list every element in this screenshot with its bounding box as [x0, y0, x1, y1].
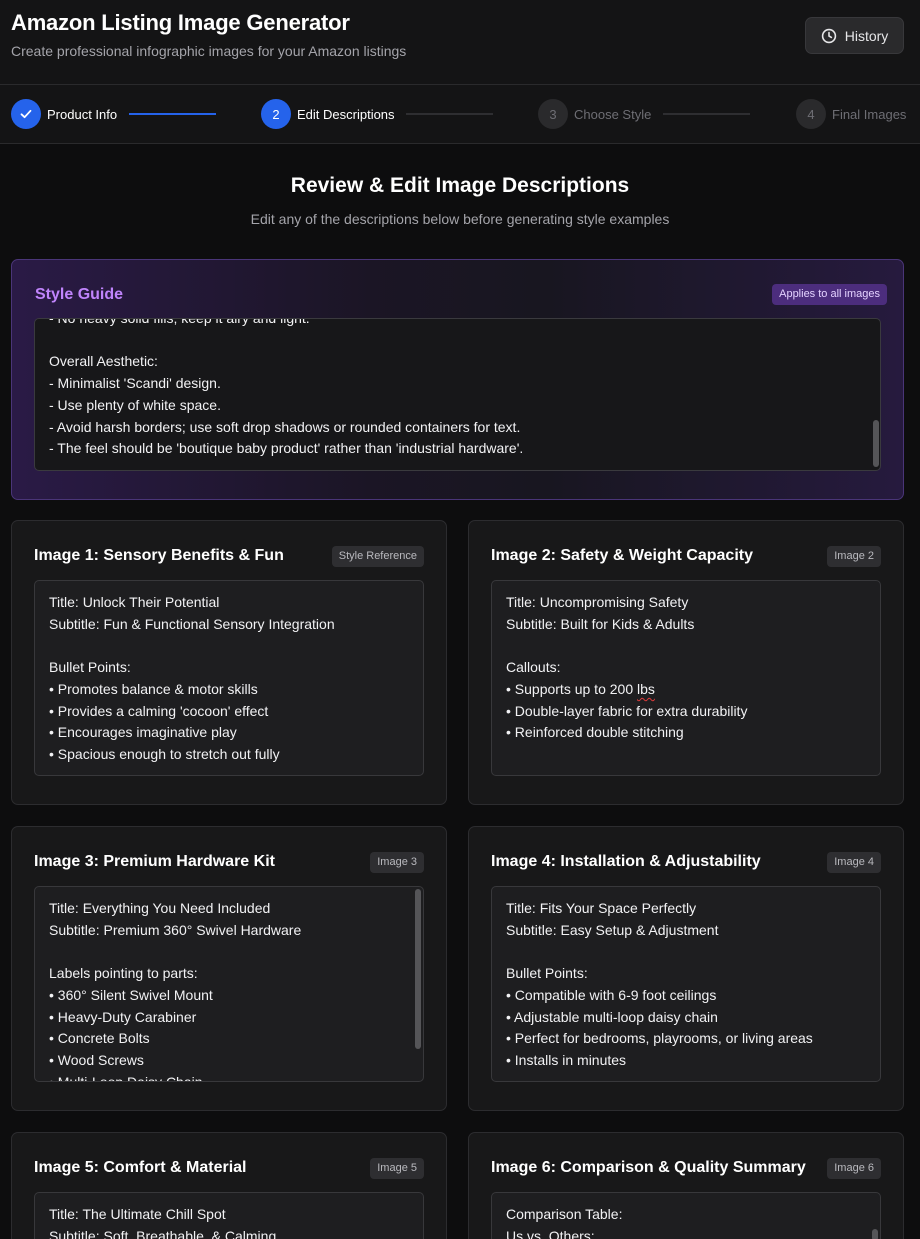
text-segment: Title: Uncompromising Safety Subtitle: B…	[506, 594, 695, 697]
history-label: History	[844, 27, 889, 44]
history-button[interactable]: History	[805, 17, 904, 54]
scrollbar-thumb[interactable]	[873, 420, 879, 467]
image-description-textarea[interactable]: Title: Uncompromising Safety Subtitle: B…	[491, 580, 881, 776]
applies-to-all-badge: Applies to all images	[772, 284, 887, 305]
image-description-textarea[interactable]: Title: Everything You Need Included Subt…	[34, 886, 424, 1082]
step-connector	[663, 113, 750, 115]
image-description-textarea[interactable]: Title: The Ultimate Chill Spot Subtitle:…	[34, 1192, 424, 1239]
step-choose-style[interactable]: 3 Choose Style	[538, 99, 651, 129]
image-number-badge: Image 3	[370, 852, 424, 873]
step-connector	[406, 113, 493, 115]
image-description-textarea[interactable]: Title: Fits Your Space Perfectly Subtitl…	[491, 886, 881, 1082]
image-description-text: Title: The Ultimate Chill Spot Subtitle:…	[49, 1206, 277, 1239]
image-card-title: Image 3: Premium Hardware Kit	[34, 853, 275, 870]
step-connector	[129, 113, 216, 115]
image-card-3: Image 3: Premium Hardware Kit Image 3 Ti…	[11, 826, 447, 1111]
style-guide-panel: Style Guide Applies to all images - No h…	[11, 259, 904, 500]
step-number: 4	[796, 99, 826, 129]
image-description-text: Title: Unlock Their Potential Subtitle: …	[49, 594, 335, 762]
image-number-badge: Image 4	[827, 852, 881, 873]
step-label: Final Images	[832, 106, 907, 122]
app-header: Amazon Listing Image Generator Create pr…	[0, 0, 920, 85]
image-description-text: Comparison Table: Us vs. Others:	[506, 1206, 623, 1239]
image-description-textarea[interactable]: Title: Unlock Their Potential Subtitle: …	[34, 580, 424, 776]
image-card-title: Image 6: Comparison & Quality Summary	[491, 1159, 806, 1176]
image-card-title: Image 2: Safety & Weight Capacity	[491, 547, 753, 564]
step-final-images[interactable]: 4 Final Images	[796, 99, 906, 129]
image-description-textarea[interactable]: Comparison Table: Us vs. Others:	[491, 1192, 881, 1239]
checkmark-icon	[11, 99, 41, 129]
image-number-badge: Image 5	[370, 1158, 424, 1179]
clock-icon	[821, 28, 837, 44]
image-number-badge: Image 2	[827, 546, 881, 567]
step-number: 3	[538, 99, 568, 129]
style-guide-textarea[interactable]: - No heavy solid fills; keep it airy and…	[34, 318, 881, 471]
image-description-text: Title: Uncompromising Safety Subtitle: B…	[506, 592, 866, 744]
section-subtitle: Edit any of the descriptions below befor…	[250, 211, 670, 227]
image-card-title: Image 4: Installation & Adjustability	[491, 853, 761, 870]
image-number-badge: Image 6	[827, 1158, 881, 1179]
scrollbar-thumb[interactable]	[872, 1229, 878, 1239]
step-product-info[interactable]: Product Info	[11, 99, 117, 129]
spellcheck-flagged-word: lbs	[637, 680, 655, 697]
image-card-6: Image 6: Comparison & Quality Summary Im…	[468, 1132, 904, 1239]
step-label: Choose Style	[574, 106, 652, 122]
progress-stepper: Product Info 2 Edit Descriptions 3 Choos…	[0, 85, 920, 144]
app-subtitle: Create professional infographic images f…	[11, 43, 407, 59]
step-label: Edit Descriptions	[297, 106, 395, 122]
style-guide-title: Style Guide	[35, 286, 124, 303]
image-card-5: Image 5: Comfort & Material Image 5 Titl…	[11, 1132, 447, 1239]
text-segment: • Double-layer fabric for extra durabili…	[506, 702, 748, 741]
step-number: 2	[261, 99, 291, 129]
image-card-title: Image 1: Sensory Benefits & Fun	[34, 547, 284, 564]
image-card-1: Image 1: Sensory Benefits & Fun Style Re…	[11, 520, 447, 805]
style-guide-text: - No heavy solid fills; keep it airy and…	[49, 318, 524, 457]
image-description-text: Title: Fits Your Space Perfectly Subtitl…	[506, 900, 813, 1068]
section-title: Review & Edit Image Descriptions	[290, 174, 630, 197]
step-edit-descriptions[interactable]: 2 Edit Descriptions	[261, 99, 395, 129]
scrollbar-thumb[interactable]	[415, 889, 421, 1049]
image-card-2: Image 2: Safety & Weight Capacity Image …	[468, 520, 904, 805]
style-reference-badge: Style Reference	[331, 546, 424, 567]
step-label: Product Info	[47, 106, 118, 122]
image-card-title: Image 5: Comfort & Material	[34, 1159, 247, 1176]
app-title: Amazon Listing Image Generator	[11, 10, 350, 35]
image-description-text: Title: Everything You Need Included Subt…	[49, 900, 302, 1082]
image-card-4: Image 4: Installation & Adjustability Im…	[468, 826, 904, 1111]
